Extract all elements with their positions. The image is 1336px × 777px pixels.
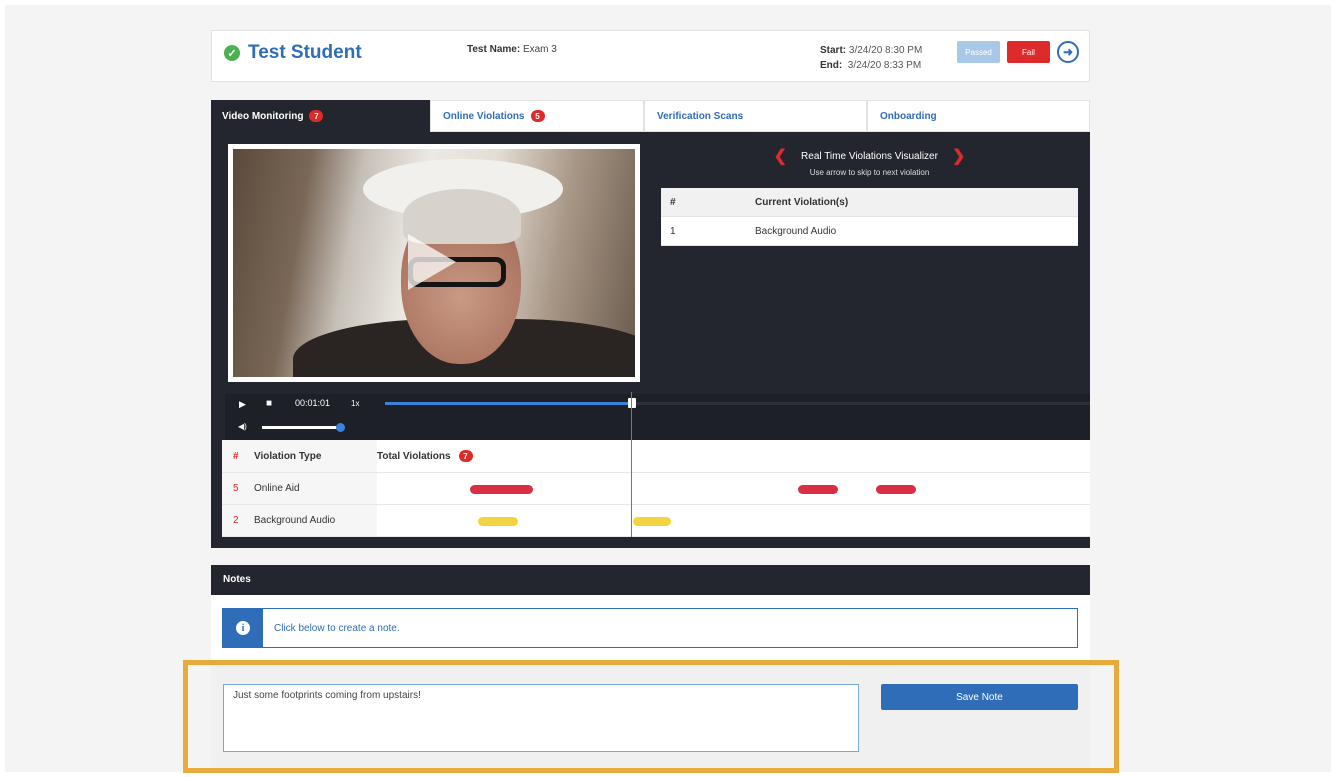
tab-badge: 7 — [309, 110, 324, 122]
violations-visualizer: ❮ Real Time Violations Visualizer ❯ Use … — [661, 146, 1078, 177]
progress-fill — [385, 402, 632, 405]
current-violations-table: # Current Violation(s) 1 Background Audi… — [661, 188, 1078, 246]
header-num: # — [670, 196, 676, 208]
end-value: 3/24/20 8:33 PM — [847, 60, 922, 71]
test-name-value: Exam 3 — [522, 44, 557, 55]
end-time: End: 3/24/20 8:33 PM — [820, 58, 922, 73]
header-violation-type: Violation Type — [254, 450, 322, 462]
row-num: 1 — [670, 225, 676, 237]
chevron-right-icon[interactable]: ❯ — [952, 146, 965, 166]
notes-body: i Click below to create a note. — [211, 595, 1090, 665]
violation-count: 2 — [233, 515, 239, 526]
start-time: Start: 3/24/20 8:30 PM — [820, 43, 922, 58]
violation-marker[interactable] — [478, 517, 518, 526]
start-value: 3/24/20 8:30 PM — [848, 45, 923, 56]
notes-header: Notes — [211, 565, 1090, 595]
play-overlay-icon[interactable] — [408, 234, 456, 290]
violation-marker[interactable] — [633, 517, 671, 526]
timeline-header-row: # Violation Type Total Violations 7 — [222, 440, 1090, 473]
table-row: 2 Background Audio — [222, 505, 1090, 537]
volume-handle[interactable] — [336, 423, 345, 432]
video-frame[interactable] — [233, 149, 635, 377]
total-violations-label: Total Violations — [377, 450, 451, 462]
test-name-label: Test Name: — [467, 44, 521, 55]
progress-handle[interactable] — [628, 398, 636, 408]
table-row: 1 Background Audio — [661, 217, 1078, 246]
playhead-line — [631, 392, 632, 537]
highlight-frame — [183, 660, 1119, 773]
tab-video-monitoring[interactable]: Video Monitoring 7 — [211, 100, 430, 132]
info-icon-container: i — [223, 609, 263, 647]
header-num: # — [233, 450, 239, 462]
header-current-violations: Current Violation(s) — [755, 196, 849, 208]
total-violations-badge: 7 — [458, 450, 473, 462]
chevron-left-icon[interactable]: ❮ — [774, 146, 787, 166]
visualizer-title: Real Time Violations Visualizer — [801, 150, 938, 162]
start-label: Start: — [820, 45, 847, 56]
exam-header: ✓ Test Student Test Name: Exam 3 Start: … — [211, 30, 1090, 82]
tab-verification-scans[interactable]: Verification Scans — [644, 100, 867, 132]
time-display: 00:01:01 — [295, 398, 331, 408]
test-name: Test Name: Exam 3 — [467, 44, 557, 55]
tab-bar: Video Monitoring 7 Online Violations 5 V… — [211, 100, 1090, 132]
violation-marker[interactable] — [876, 485, 916, 494]
notes-info-box[interactable]: i Click below to create a note. — [222, 608, 1078, 648]
exam-times: Start: 3/24/20 8:30 PM End: 3/24/20 8:33… — [820, 43, 922, 73]
student-info: ✓ Test Student — [224, 42, 362, 64]
visualizer-subtitle: Use arrow to skip to next violation — [809, 168, 930, 177]
play-icon[interactable]: ▶ — [239, 399, 246, 410]
tab-label: Verification Scans — [657, 110, 744, 122]
tab-label: Online Violations — [443, 110, 525, 122]
violation-type: Online Aid — [254, 483, 300, 494]
tab-label: Onboarding — [880, 110, 937, 122]
row-violation: Background Audio — [755, 225, 837, 237]
violation-count: 5 — [233, 483, 239, 494]
violation-marker[interactable] — [798, 485, 838, 494]
info-text: Click below to create a note. — [274, 622, 400, 634]
player-controls: ▶ ■ 00:01:01 1x ◀) — [225, 394, 1090, 440]
student-name: Test Student — [248, 42, 362, 63]
violation-timeline-table: # Violation Type Total Violations 7 5 On… — [222, 440, 1090, 537]
violation-type: Background Audio — [254, 515, 336, 526]
volume-track[interactable] — [262, 426, 344, 429]
fail-button[interactable]: Fail — [1007, 41, 1050, 63]
end-label: End: — [820, 60, 843, 71]
violation-marker[interactable] — [470, 485, 533, 494]
passed-button[interactable]: Passed — [957, 41, 1000, 63]
exit-icon[interactable]: ➜ — [1057, 41, 1079, 63]
video-player[interactable] — [228, 144, 640, 382]
tab-badge: 5 — [530, 110, 545, 122]
info-icon: i — [236, 621, 250, 635]
table-header-row: # Current Violation(s) — [661, 188, 1078, 217]
table-row: 5 Online Aid — [222, 473, 1090, 505]
tab-online-violations[interactable]: Online Violations 5 — [430, 100, 644, 132]
speed-display[interactable]: 1x — [351, 399, 359, 408]
video-monitoring-panel: ❮ Real Time Violations Visualizer ❯ Use … — [211, 132, 1090, 548]
header-total-violations: Total Violations 7 — [377, 450, 473, 462]
check-icon: ✓ — [224, 45, 240, 61]
tab-label: Video Monitoring — [222, 110, 304, 122]
stop-icon[interactable]: ■ — [266, 398, 272, 409]
visualizer-header: ❮ Real Time Violations Visualizer ❯ — [661, 146, 1078, 166]
tab-onboarding[interactable]: Onboarding — [867, 100, 1090, 132]
volume-icon[interactable]: ◀) — [238, 422, 247, 431]
